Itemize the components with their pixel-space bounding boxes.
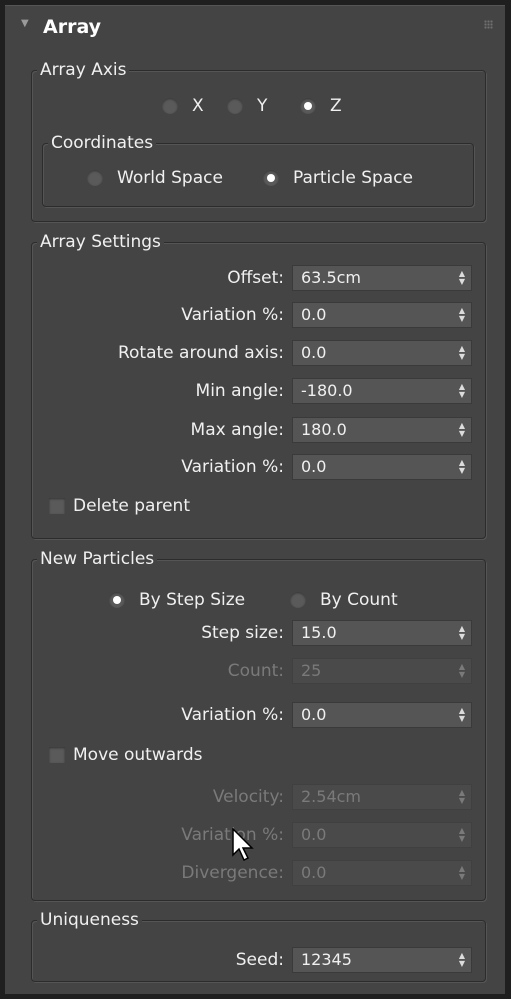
world-space-radio[interactable]: World Space (87, 166, 223, 190)
rotate-around-axis-label: Rotate around axis: (117, 343, 284, 363)
checkbox-box[interactable] (49, 498, 65, 514)
up-down-arrows-icon[interactable]: ▲ ▼ (458, 422, 466, 438)
move-outwards-checkbox[interactable]: Move outwards (49, 745, 203, 765)
count-spinner: 25 ▲ ▼ (292, 658, 472, 684)
variation-spinner-3[interactable]: 0.0 ▲ ▼ (292, 702, 472, 728)
up-down-arrows-icon[interactable]: ▲ ▼ (458, 625, 466, 641)
new-particles-group: New Particles By Step Size By Count (31, 548, 486, 901)
offset-spinner[interactable]: 63.5cm ▲ ▼ (292, 265, 472, 291)
offset-label: Offset: (227, 268, 284, 288)
divergence-label: Divergence: (181, 863, 284, 883)
variation-label: Variation %: (181, 305, 284, 325)
up-down-arrows-icon[interactable]: ▲ ▼ (458, 383, 466, 399)
count-label: Count: (227, 661, 284, 681)
up-down-arrows-icon[interactable]: ▲ ▼ (458, 345, 466, 361)
up-down-arrows-icon: ▲ ▼ (458, 864, 466, 881)
variation-spinner-2[interactable]: 0.0 ▲ ▼ (292, 454, 472, 480)
radio-dot-icon (290, 592, 306, 608)
axis-z-radio[interactable]: Z (300, 94, 342, 118)
up-down-arrows-icon[interactable]: ▲ ▼ (458, 707, 466, 723)
velocity-spinner: 2.54cm ▲ ▼ (292, 784, 472, 810)
array-axis-group: Array Axis X Y Z Coordinates World Space… (31, 59, 486, 222)
grip-dots-icon[interactable] (484, 20, 493, 29)
array-axis-label: Array Axis (37, 59, 130, 81)
seed-spinner[interactable]: 12345 ▲ ▼ (292, 947, 472, 973)
up-down-arrows-icon[interactable]: ▲ ▼ (458, 307, 466, 323)
rollout-header[interactable]: ▼ Array (5, 6, 505, 50)
min-angle-spinner[interactable]: -180.0 ▲ ▼ (292, 378, 472, 404)
checkbox-box[interactable] (49, 747, 65, 763)
mouse-pointer-icon (232, 827, 254, 862)
step-size-label: Step size: (201, 623, 284, 643)
by-count-radio[interactable]: By Count (290, 588, 398, 612)
max-angle-label: Max angle: (190, 420, 284, 440)
up-down-arrows-icon: ▲ ▼ (458, 826, 466, 843)
radio-dot-icon (162, 98, 178, 114)
radio-dot-selected-icon (300, 98, 316, 114)
axis-x-radio[interactable]: X (162, 94, 204, 118)
array-settings-label: Array Settings (37, 231, 164, 253)
velocity-label: Velocity: (212, 787, 284, 807)
radio-dot-selected-icon (109, 592, 125, 608)
up-down-arrows-icon[interactable]: ▲ ▼ (458, 270, 466, 286)
collapse-triangle-icon[interactable]: ▼ (21, 18, 29, 29)
rotate-around-axis-spinner[interactable]: 0.0 ▲ ▼ (292, 340, 472, 366)
rollout-title: Array (43, 16, 102, 38)
radio-dot-icon (87, 170, 103, 186)
variation-label-2: Variation %: (181, 457, 284, 477)
min-angle-label: Min angle: (195, 381, 284, 401)
up-down-arrows-icon: ▲ ▼ (458, 662, 466, 679)
up-down-arrows-icon[interactable]: ▲ ▼ (458, 952, 466, 968)
axis-y-radio[interactable]: Y (227, 94, 267, 118)
uniqueness-label: Uniqueness (37, 909, 142, 931)
step-size-spinner[interactable]: 15.0 ▲ ▼ (292, 620, 472, 646)
by-step-size-radio[interactable]: By Step Size (109, 588, 245, 612)
particle-space-radio[interactable]: Particle Space (263, 166, 413, 190)
variation-label-3: Variation %: (181, 705, 284, 725)
variation-spinner[interactable]: 0.0 ▲ ▼ (292, 302, 472, 328)
variation-spinner-4: 0.0 ▲ ▼ (292, 822, 472, 848)
up-down-arrows-icon: ▲ ▼ (458, 788, 466, 805)
new-particles-label: New Particles (37, 548, 158, 570)
radio-dot-selected-icon (263, 170, 279, 186)
divergence-spinner: 0.0 ▲ ▼ (292, 860, 472, 886)
array-rollout-panel: ▼ Array Array Axis X Y Z Coordinates Wor… (5, 5, 505, 994)
radio-dot-icon (227, 98, 243, 114)
delete-parent-checkbox[interactable]: Delete parent (49, 496, 190, 516)
coordinates-label: Coordinates (48, 132, 157, 154)
max-angle-spinner[interactable]: 180.0 ▲ ▼ (292, 417, 472, 443)
seed-label: Seed: (235, 950, 284, 970)
coordinates-group: Coordinates World Space Particle Space (42, 132, 474, 207)
up-down-arrows-icon[interactable]: ▲ ▼ (458, 459, 466, 475)
